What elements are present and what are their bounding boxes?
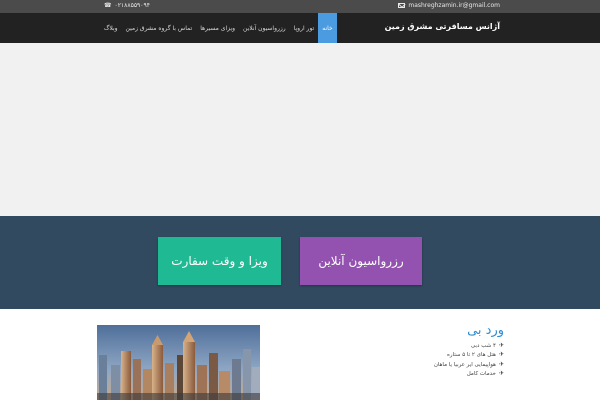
airplane-icon: ✈ [498,351,504,359]
nav-item-contact[interactable]: تماس با گروه مشرق زمین [122,13,197,43]
main-navbar: آژانس مسافرتی مشرق زمین وبلاگ تماس با گر… [0,13,600,43]
tour-info: ورد بی ✈ ۴ شب دبی ✈ هتل های ۲ تا ۵ ستاره… [344,323,504,379]
nav-item-home[interactable]: خانه [318,13,337,43]
slider-area [0,43,600,216]
tour-feature: ✈ ۴ شب دبی [344,341,504,351]
contact-email[interactable]: mashreghzamin.ir@gmail.com [398,2,500,9]
tour-section: ورد بی ✈ ۴ شب دبی ✈ هتل های ۲ تا ۵ ستاره… [0,309,600,400]
airplane-icon: ✈ [498,341,504,349]
tour-title[interactable]: ورد بی [344,323,504,338]
dubai-skyline-image[interactable] [97,325,260,400]
tour-feature: ✈ خدمات کامل [344,370,504,380]
tour-feature: ✈ هواپیمایی ایر عربیا یا ماهان [344,360,504,370]
tour-feature-text: ۴ شب دبی [470,342,496,349]
online-reservation-button[interactable]: رزرواسیون آنلاین [300,237,422,285]
main-menu: وبلاگ تماس با گروه مشرق زمین ویزای مسیره… [100,13,337,43]
tour-feature-text: هتل های ۲ تا ۵ ستاره [446,352,496,359]
contact-phone-text: ۰۲۱۸۸۵۵۹۰۹۴ [114,2,150,9]
nav-item-europe-tour[interactable]: تور اروپا [290,13,319,43]
nav-item-online-reservation[interactable]: رزرواسیون آنلاین [239,13,290,43]
tour-feature-text: خدمات کامل [466,371,496,378]
top-info-bar: mashreghzamin.ir@gmail.com ☎ ۰۲۱۸۸۵۵۹۰۹۴ [0,0,600,13]
site-brand[interactable]: آژانس مسافرتی مشرق زمین [385,22,500,31]
contact-email-text: mashreghzamin.ir@gmail.com [408,2,500,9]
phone-icon: ☎ [104,1,112,9]
contact-phone[interactable]: ☎ ۰۲۱۸۸۵۵۹۰۹۴ [104,2,150,9]
tour-feature-text: هواپیمایی ایر عربیا یا ماهان [433,361,496,368]
action-banner: ویزا و وقت سفارت رزرواسیون آنلاین [0,216,600,309]
nav-item-visa[interactable]: ویزای مسیرها [196,13,239,43]
page: mashreghzamin.ir@gmail.com ☎ ۰۲۱۸۸۵۵۹۰۹۴… [0,0,600,400]
airplane-icon: ✈ [498,370,504,378]
mail-icon [398,3,406,8]
airplane-icon: ✈ [498,360,504,368]
tour-feature: ✈ هتل های ۲ تا ۵ ستاره [344,351,504,361]
visa-button[interactable]: ویزا و وقت سفارت [158,237,281,285]
nav-item-blog[interactable]: وبلاگ [100,13,122,43]
